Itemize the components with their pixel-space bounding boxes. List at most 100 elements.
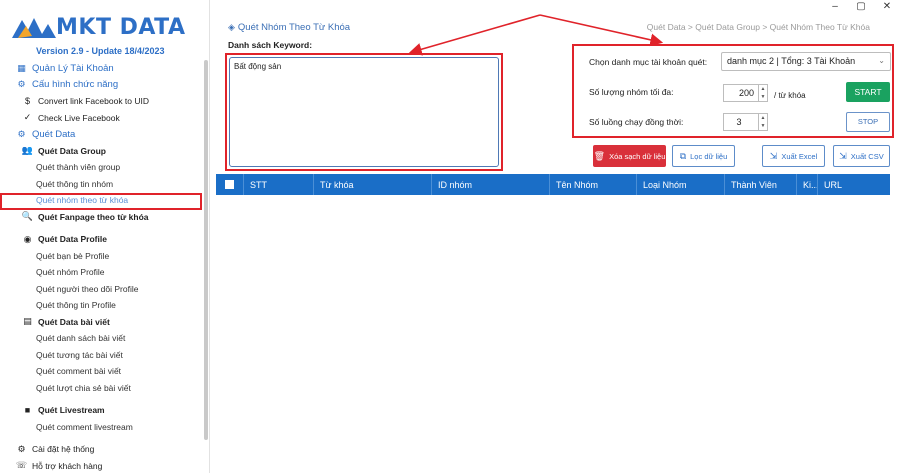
sidebar-item-livestream-comments[interactable]: Quét comment livestream — [0, 419, 204, 436]
sidebar-item-fanpage-by-keyword[interactable]: 🔍 Quét Fanpage theo từ khóa — [0, 209, 204, 226]
check-circle-icon: ✓ — [23, 112, 32, 123]
export-excel-button[interactable]: ⇲ Xuất Excel — [762, 145, 825, 167]
filter-icon: ⧉ — [679, 150, 687, 161]
sidebar-item-system-settings[interactable]: ⚙ Cài đặt hệ thống — [0, 441, 204, 458]
sidebar-item-profile-info[interactable]: Quét thông tin Profile — [0, 297, 204, 314]
sidebar-item-label: Quét danh sách bài viết — [36, 333, 126, 344]
sidebar-item-label: Quét nhóm Profile — [36, 267, 105, 278]
sidebar-item-label: Quét thông tin nhóm — [36, 178, 114, 189]
sidebar-item-label: Hỗ trợ khách hàng — [32, 460, 103, 471]
export-csv-button[interactable]: ⇲ Xuất CSV — [833, 145, 890, 167]
sidebar-item-label: Quét Data Group — [38, 145, 107, 156]
sidebar-item-label: Quét comment bài viết — [36, 366, 122, 377]
settings-icon: ⚙ — [17, 443, 26, 454]
sidebar-item-group-info[interactable]: Quét thông tin nhóm — [0, 176, 204, 193]
start-button[interactable]: START — [846, 82, 890, 102]
page-title-text: Quét Nhóm Theo Từ Khóa — [237, 22, 351, 33]
sidebar-item-label: Convert link Facebook to UID — [38, 96, 150, 107]
account-icon: ▦ — [17, 62, 26, 73]
column-header-group-type[interactable]: Loại Nhóm — [637, 174, 725, 195]
sidebar-scrollbar[interactable] — [204, 60, 208, 440]
sidebar-item-post-comments[interactable]: Quét comment bài viết — [0, 363, 204, 380]
logo-icon — [12, 18, 56, 38]
logo-text: MKT DATA — [56, 14, 186, 40]
config-panel: Chọn danh mục tài khoản quét: danh mục 2… — [572, 44, 894, 138]
sidebar-item-label: Quét Data bài viết — [38, 316, 110, 327]
breadcrumb: Quét Data > Quét Data Group > Quét Nhóm … — [646, 22, 870, 32]
support-icon: ☏ — [15, 460, 28, 471]
stepper-arrows[interactable]: ▲ ▼ — [758, 114, 767, 130]
gear-icon: ⚙ — [17, 128, 26, 139]
stepper-arrows[interactable]: ▲ ▼ — [758, 85, 767, 101]
account-category-select[interactable]: danh mục 2 | Tổng: 3 Tài Khoản ⌄ — [721, 52, 891, 71]
highlight-box-active-item — [0, 193, 202, 210]
dollar-icon: $ — [24, 96, 30, 107]
column-header-keyword[interactable]: Từ khóa — [314, 174, 432, 195]
sidebar-item-post-shares[interactable]: Quét lượt chia sẻ bài viết — [0, 380, 204, 397]
max-groups-value: 200 — [738, 88, 754, 98]
post-icon: ▤ — [23, 316, 32, 327]
sidebar-group-data-profile[interactable]: ◉ Quét Data Profile — [0, 231, 204, 248]
select-all-checkbox[interactable] — [225, 180, 234, 189]
sidebar-item-profile-followers[interactable]: Quét người theo dõi Profile — [0, 281, 204, 298]
filter-data-button[interactable]: ⧉ Lọc dữ liệu — [672, 145, 735, 167]
sidebar-item-profile-friends[interactable]: Quét bạn bè Profile — [0, 248, 204, 265]
video-icon: ■ — [24, 405, 31, 416]
logo: MKT DATA — [12, 12, 186, 42]
chevron-down-icon: ⌄ — [878, 56, 885, 65]
clear-data-label: Xóa sạch dữ liệu — [609, 151, 666, 161]
sidebar-item-label: Quét lượt chia sẻ bài viết — [36, 382, 131, 393]
sidebar-item-config[interactable]: ⚙ Cấu hình chức năng — [0, 77, 204, 94]
highlight-box-keywords: Bất động sản — [225, 53, 503, 171]
sidebar-item-label: Quét comment livestream — [36, 421, 133, 432]
max-groups-unit: / từ khóa — [774, 91, 806, 100]
column-header-group-name[interactable]: Tên Nhóm — [550, 174, 637, 195]
eye-icon: ◈ — [228, 22, 235, 32]
sidebar-item-label: Check Live Facebook — [38, 112, 120, 123]
column-header-url[interactable]: URL — [818, 174, 890, 195]
keyword-list-label: Danh sách Keyword: — [228, 40, 313, 50]
sidebar-item-label: Cài đặt hệ thống — [32, 444, 95, 455]
page-title: ◈ Quét Nhóm Theo Từ Khóa — [228, 22, 350, 33]
config-icon: ⚙ — [17, 79, 26, 90]
sidebar-item-convert-link[interactable]: $ Convert link Facebook to UID — [0, 93, 204, 110]
sidebar-group-livestream[interactable]: ■ Quét Livestream — [0, 402, 204, 419]
sidebar-item-group-members[interactable]: Quét thành viên group — [0, 159, 204, 176]
sidebar-item-label: Quét Livestream — [38, 405, 105, 416]
clear-data-button[interactable]: 🗑 Xóa sạch dữ liệu — [593, 145, 666, 167]
sidebar-item-label: Quét Fanpage theo từ khóa — [38, 211, 149, 222]
filter-data-label: Lọc dữ liệu — [690, 151, 728, 161]
sidebar-group-data-posts[interactable]: ▤ Quét Data bài viết — [0, 314, 204, 331]
select-all-checkbox-cell[interactable] — [216, 174, 244, 195]
sidebar-item-label: Quét tương tác bài viết — [36, 349, 123, 360]
column-header-group-id[interactable]: ID nhóm — [432, 174, 550, 195]
sidebar-item-scan-data[interactable]: ⚙ Quét Data — [0, 126, 204, 143]
sidebar-item-label: Quét Data — [32, 128, 76, 140]
app-window: – ▢ ✕ MKT DATA Version 2.9 - Update 18/4… — [0, 0, 900, 473]
search-icon: 🔍 — [21, 211, 34, 222]
sidebar-item-post-list[interactable]: Quét danh sách bài viết — [0, 330, 204, 347]
column-header-truncated[interactable]: Ki... — [797, 174, 818, 195]
sidebar-item-label: Quản Lý Tài Khoản — [32, 62, 114, 74]
threads-label: Số luồng chạy đồng thời: — [589, 117, 684, 127]
main-panel: ◈ Quét Nhóm Theo Từ Khóa Quét Data > Qué… — [211, 0, 900, 473]
threads-stepper[interactable]: 3 ▲ ▼ — [723, 113, 768, 131]
sidebar-item-customer-support[interactable]: ☏ Hỗ trợ khách hàng — [0, 458, 204, 473]
threads-value: 3 — [736, 117, 742, 127]
column-header-stt[interactable]: STT — [244, 174, 314, 195]
keyword-textarea[interactable]: Bất động sản — [229, 57, 499, 167]
sidebar-item-account-management[interactable]: ▦ Quản Lý Tài Khoản — [0, 60, 204, 77]
account-category-value: danh mục 2 | Tổng: 3 Tài Khoản — [727, 56, 856, 66]
column-header-members[interactable]: Thành Viên — [725, 174, 797, 195]
sidebar-item-label: Quét người theo dõi Profile — [36, 283, 139, 294]
sidebar-item-profile-groups[interactable]: Quét nhóm Profile — [0, 264, 204, 281]
max-groups-stepper[interactable]: 200 ▲ ▼ — [723, 84, 768, 102]
stop-button[interactable]: STOP — [846, 112, 890, 132]
results-table-header: STT Từ khóa ID nhóm Tên Nhóm Loại Nhóm T… — [216, 174, 890, 195]
export-csv-label: Xuất CSV — [850, 151, 884, 161]
profile-icon: ◉ — [23, 233, 32, 244]
sidebar-item-check-live[interactable]: ✓ Check Live Facebook — [0, 110, 204, 127]
sidebar-group-data-group[interactable]: 👥 Quét Data Group — [0, 143, 204, 160]
sidebar-item-post-interactions[interactable]: Quét tương tác bài viết — [0, 347, 204, 364]
sidebar-nav: ▦ Quản Lý Tài Khoản ⚙ Cấu hình chức năng… — [0, 60, 204, 473]
